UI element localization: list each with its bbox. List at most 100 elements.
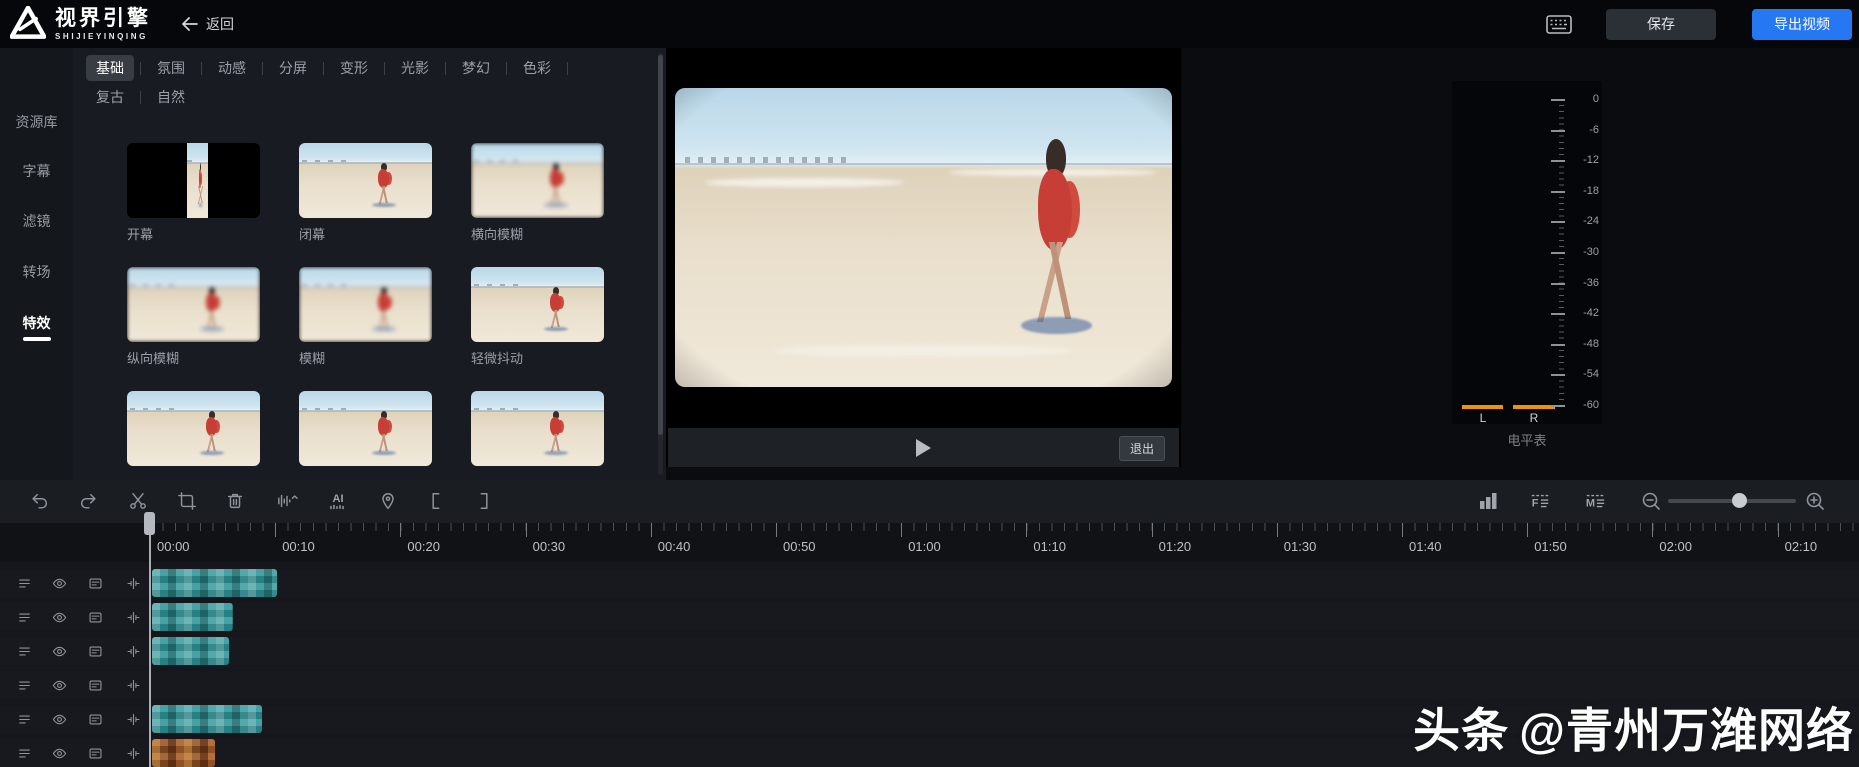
effect-tab-3[interactable]: 动感 bbox=[208, 55, 256, 81]
effect-tab-4[interactable]: 分屏 bbox=[269, 55, 317, 81]
timeline-clip[interactable] bbox=[152, 637, 229, 665]
bracket-in-icon[interactable] bbox=[424, 490, 446, 512]
track-options-icon[interactable] bbox=[15, 710, 33, 728]
effect-tab-1[interactable]: 复古 bbox=[86, 84, 134, 110]
audio-wave-icon[interactable] bbox=[276, 490, 298, 512]
ruler-minor-ticks bbox=[150, 523, 1859, 531]
zoom-slider[interactable] bbox=[1668, 499, 1796, 503]
ai-subtitle-icon[interactable]: AI bbox=[327, 490, 349, 512]
track-options-icon[interactable] bbox=[15, 574, 33, 592]
split-handle-icon[interactable] bbox=[124, 676, 142, 694]
effect-tab-6[interactable]: 光影 bbox=[391, 55, 439, 81]
zoom-out-icon[interactable] bbox=[1640, 490, 1662, 512]
tab-separator bbox=[506, 62, 507, 75]
music-track-icon[interactable]: M bbox=[1584, 490, 1606, 512]
sidebar-item-3[interactable]: 滤镜 bbox=[0, 211, 73, 231]
meter-scale-label: -42 bbox=[1562, 307, 1599, 319]
effect-item[interactable]: 横向模糊 bbox=[471, 143, 604, 267]
sidebar-item-1[interactable]: 资源库 bbox=[0, 112, 73, 132]
split-handle-icon[interactable] bbox=[124, 710, 142, 728]
effect-item[interactable] bbox=[127, 391, 260, 480]
label-box-icon[interactable] bbox=[86, 710, 104, 728]
save-button[interactable]: 保存 bbox=[1606, 9, 1716, 40]
ruler-major-tick bbox=[776, 523, 777, 537]
exit-button[interactable]: 退出 bbox=[1119, 436, 1165, 461]
split-handle-icon[interactable] bbox=[124, 642, 142, 660]
effect-label: 纵向模糊 bbox=[127, 348, 260, 367]
ruler-time-label: 00:10 bbox=[282, 539, 315, 554]
effect-tab-2[interactable]: 氛围 bbox=[147, 55, 195, 81]
zoom-slider-knob[interactable] bbox=[1732, 493, 1747, 508]
visibility-eye-icon[interactable] bbox=[50, 642, 68, 660]
playhead-handle[interactable] bbox=[144, 512, 155, 535]
video-editor-app: 视界引擎 SHIJIEYINQING 返回 保存 导出视频 资源库字幕滤镜转场特… bbox=[0, 0, 1859, 767]
visibility-eye-icon[interactable] bbox=[50, 608, 68, 626]
timeline-clip[interactable] bbox=[152, 739, 215, 767]
track-options-icon[interactable] bbox=[15, 608, 33, 626]
label-box-icon[interactable] bbox=[86, 676, 104, 694]
track-options-icon[interactable] bbox=[15, 642, 33, 660]
label-box-icon[interactable] bbox=[86, 642, 104, 660]
video-canvas: 退出 bbox=[666, 48, 1181, 467]
redo-icon[interactable] bbox=[77, 490, 99, 512]
visibility-eye-icon[interactable] bbox=[50, 676, 68, 694]
effect-item[interactable]: 闭幕 bbox=[299, 143, 432, 267]
zoom-in-icon[interactable] bbox=[1804, 490, 1826, 512]
sidebar-item-5[interactable]: 特效 bbox=[0, 313, 73, 333]
back-button[interactable]: 返回 bbox=[181, 14, 234, 34]
timeline-ruler[interactable]: 00:0000:1000:2000:3000:4000:5001:0001:10… bbox=[0, 523, 1859, 562]
effect-item[interactable]: 开幕 bbox=[127, 143, 260, 267]
split-handle-icon[interactable] bbox=[124, 744, 142, 762]
top-bar: 视界引擎 SHIJIEYINQING 返回 保存 导出视频 bbox=[0, 0, 1859, 48]
tab-separator bbox=[567, 62, 568, 75]
track-options-icon[interactable] bbox=[15, 744, 33, 762]
effect-item[interactable] bbox=[471, 391, 604, 480]
effect-item[interactable]: 纵向模糊 bbox=[127, 267, 260, 391]
export-video-button[interactable]: 导出视频 bbox=[1752, 9, 1852, 40]
effect-item[interactable]: 模糊 bbox=[299, 267, 432, 391]
app-title: 视界引擎 bbox=[55, 8, 151, 29]
cut-icon[interactable] bbox=[127, 490, 149, 512]
split-handle-icon[interactable] bbox=[124, 574, 142, 592]
meter-scale-label: -48 bbox=[1562, 338, 1599, 350]
timeline-clip[interactable] bbox=[152, 569, 277, 597]
watermark-account: @青州万潍网络 bbox=[1519, 704, 1854, 757]
effect-tab-8[interactable]: 色彩 bbox=[513, 55, 561, 81]
track-options-icon[interactable] bbox=[15, 676, 33, 694]
effect-tab-7[interactable]: 梦幻 bbox=[452, 55, 500, 81]
effect-thumbnail bbox=[299, 143, 432, 218]
effect-thumbnail bbox=[299, 391, 432, 466]
effect-tab-1[interactable]: 基础 bbox=[86, 55, 134, 81]
bracket-out-icon[interactable] bbox=[474, 490, 496, 512]
panel-scrollbar-thumb[interactable] bbox=[658, 55, 663, 435]
split-handle-icon[interactable] bbox=[124, 608, 142, 626]
effect-item[interactable] bbox=[299, 391, 432, 480]
timeline-clip[interactable] bbox=[152, 705, 262, 733]
crop-icon[interactable] bbox=[176, 490, 198, 512]
visibility-eye-icon[interactable] bbox=[50, 744, 68, 762]
level-meter-title: 电平表 bbox=[1452, 430, 1602, 449]
app-subtitle: SHIJIEYINQING bbox=[55, 33, 151, 41]
ruler-major-tick bbox=[1152, 523, 1153, 537]
keyboard-shortcuts-icon[interactable] bbox=[1546, 15, 1572, 34]
ruler-major-tick bbox=[275, 523, 276, 537]
label-box-icon[interactable] bbox=[86, 608, 104, 626]
label-box-icon[interactable] bbox=[86, 574, 104, 592]
visibility-eye-icon[interactable] bbox=[50, 710, 68, 728]
ruler-time-label: 01:10 bbox=[1033, 539, 1066, 554]
undo-icon[interactable] bbox=[29, 490, 51, 512]
effect-track-icon[interactable]: F bbox=[1529, 490, 1551, 512]
timeline-clip[interactable] bbox=[152, 603, 233, 631]
play-icon[interactable] bbox=[916, 439, 931, 457]
marker-pin-icon[interactable] bbox=[377, 490, 399, 512]
trash-icon[interactable] bbox=[224, 490, 246, 512]
track-height-icon[interactable] bbox=[1477, 490, 1499, 512]
sidebar-item-4[interactable]: 转场 bbox=[0, 262, 73, 282]
effect-tab-2[interactable]: 自然 bbox=[147, 84, 195, 110]
ruler-major-tick bbox=[901, 523, 902, 537]
label-box-icon[interactable] bbox=[86, 744, 104, 762]
effect-tab-5[interactable]: 变形 bbox=[330, 55, 378, 81]
visibility-eye-icon[interactable] bbox=[50, 574, 68, 592]
sidebar-item-2[interactable]: 字幕 bbox=[0, 161, 73, 181]
effect-item[interactable]: 轻微抖动 bbox=[471, 267, 604, 391]
